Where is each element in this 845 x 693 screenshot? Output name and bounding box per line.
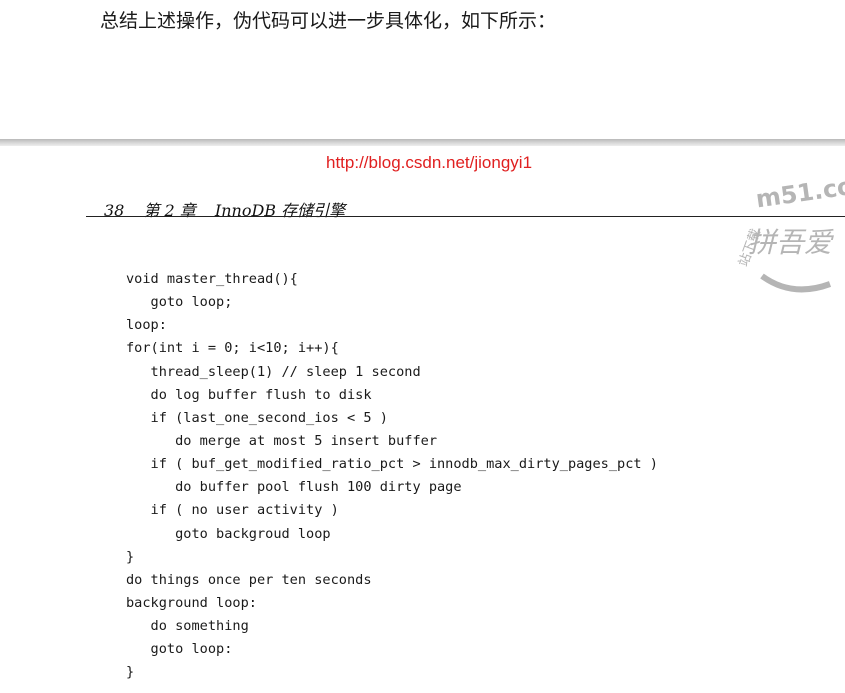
intro-paragraph: 总结上述操作，伪代码可以进一步具体化，如下所示： <box>100 10 557 32</box>
code-line: goto loop: <box>126 641 233 658</box>
code-line: } <box>126 664 135 681</box>
chapter-label: 第 2 章 <box>143 201 196 220</box>
running-head: 38 第 2 章 InnoDB 存储引擎 <box>104 197 359 221</box>
page-break-divider <box>0 139 845 146</box>
code-line: do log buffer flush to disk <box>126 386 372 403</box>
code-line: if (last_one_second_ios < 5 ) <box>126 409 388 426</box>
pseudocode-block: void master_thread(){ goto loop; loop: for… <box>126 268 658 685</box>
code-line: for(int i = 0; i<10; i++){ <box>126 340 339 357</box>
code-line: goto backgroud loop <box>126 525 331 542</box>
code-line: do things once per ten seconds <box>126 571 372 588</box>
code-line: } <box>126 548 135 565</box>
code-line: do something <box>126 618 249 635</box>
code-line: if ( buf_get_modified_ratio_pct > innodb… <box>126 456 658 473</box>
watermark-stamp-logo: m51.co 拼吾爱 站下载 <box>736 172 845 293</box>
code-line: background loop: <box>126 594 257 611</box>
code-line: do merge at most 5 insert buffer <box>126 432 437 449</box>
code-line: loop: <box>126 317 167 334</box>
stamp-text-center: 拼吾爱 <box>748 226 834 259</box>
code-line: thread_sleep(1) // sleep 1 second <box>126 363 421 380</box>
page-number: 38 <box>104 201 125 220</box>
code-line: void master_thread(){ <box>126 271 298 287</box>
code-line: goto loop; <box>126 294 233 311</box>
code-line: do buffer pool flush 100 dirty page <box>126 479 462 496</box>
watermark-url: http://blog.csdn.net/jiongyi1 <box>326 153 533 172</box>
chapter-title: InnoDB 存储引擎 <box>214 201 346 220</box>
stamp-text-top: m51.co <box>754 172 845 213</box>
code-line: if ( no user activity ) <box>126 502 339 519</box>
